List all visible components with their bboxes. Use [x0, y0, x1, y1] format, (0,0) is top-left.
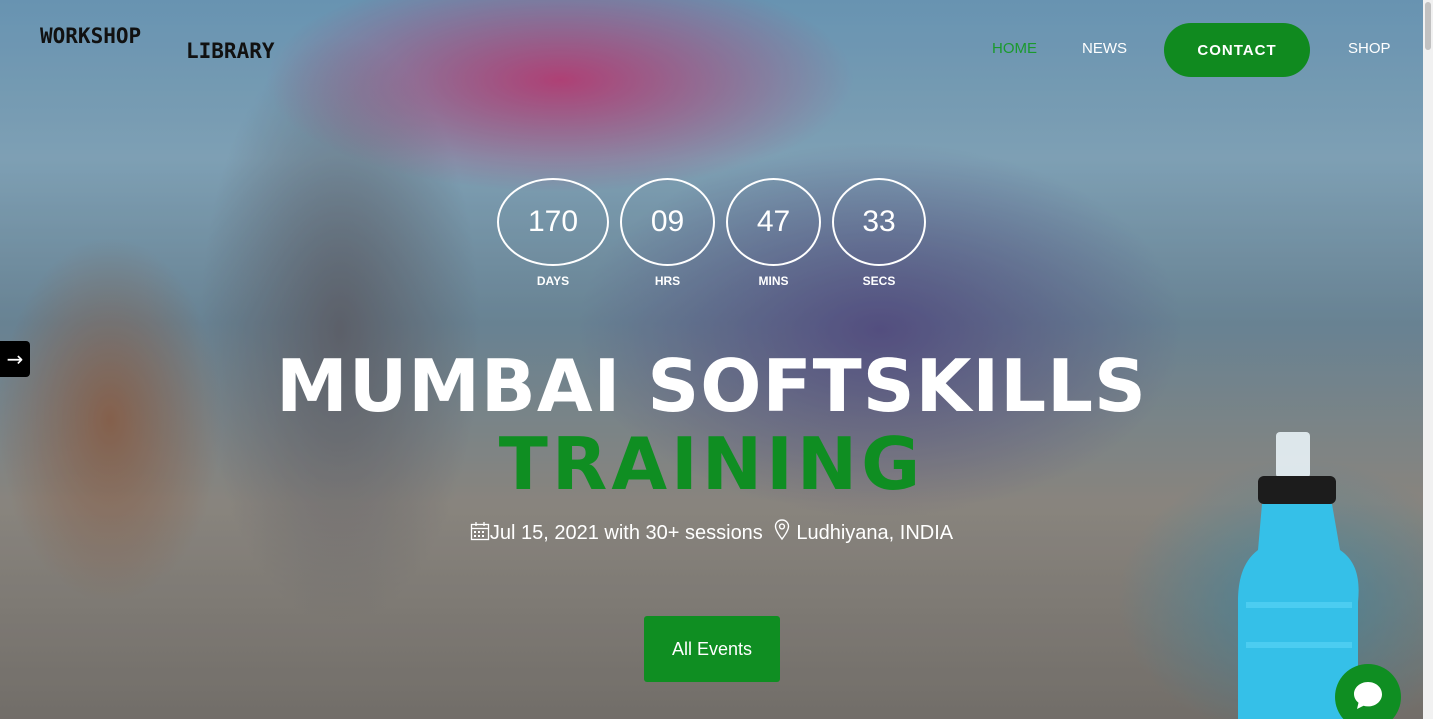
nav-news-link[interactable]: NEWS [1082, 40, 1127, 57]
event-title-line-1: MUMBAI SOFTSKILLS [276, 344, 1147, 428]
event-meta: Jul 15, 2021 with 30+ sessions Ludhiyana… [0, 519, 1423, 547]
site-logo[interactable]: WORKSHOP LIBRARY [40, 26, 275, 62]
countdown-days: 170 DAYS [497, 178, 609, 288]
countdown-days-label: DAYS [536, 274, 570, 288]
logo-line-2: LIBRARY [186, 39, 275, 63]
calendar-icon [470, 521, 490, 547]
main-nav: HOME NEWS CONTACT SHOP [980, 22, 1420, 78]
event-title-line-2: TRAINING [498, 422, 925, 506]
event-location: Ludhiyana, INDIA [796, 522, 954, 544]
countdown-hours: 09 HRS [620, 178, 715, 288]
countdown-hours-label: HRS [654, 274, 681, 288]
chat-widget-button[interactable] [1335, 664, 1401, 719]
countdown-days-circle: 170 [497, 178, 609, 266]
countdown-days-value: 170 [527, 205, 579, 238]
location-pin-icon [774, 519, 790, 547]
all-events-button[interactable]: All Events [644, 616, 780, 682]
scrollbar-thumb[interactable] [1425, 2, 1431, 50]
countdown-hours-value: 09 [650, 205, 685, 238]
page-scrollbar[interactable] [1423, 0, 1433, 719]
hero-banner: WORKSHOP LIBRARY HOME NEWS CONTACT SHOP … [0, 0, 1433, 719]
nav-contact-button[interactable]: CONTACT [1164, 23, 1310, 77]
countdown-minutes: 47 MINS [726, 178, 821, 288]
countdown-minutes-value: 47 [756, 205, 791, 238]
countdown-seconds-value: 33 [862, 205, 896, 238]
nav-home-link[interactable]: HOME [992, 40, 1037, 57]
event-date-sessions: Jul 15, 2021 with 30+ sessions [489, 522, 763, 544]
countdown-seconds-label: SECS [862, 274, 896, 288]
countdown-minutes-circle: 47 [726, 178, 821, 266]
countdown-seconds: 33 SECS [832, 178, 926, 288]
countdown-seconds-circle: 33 [832, 178, 926, 266]
nav-shop-link[interactable]: SHOP [1348, 40, 1391, 57]
chat-icon [1351, 678, 1385, 717]
countdown-minutes-label: MINS [758, 274, 789, 288]
countdown-hours-circle: 09 [620, 178, 715, 266]
